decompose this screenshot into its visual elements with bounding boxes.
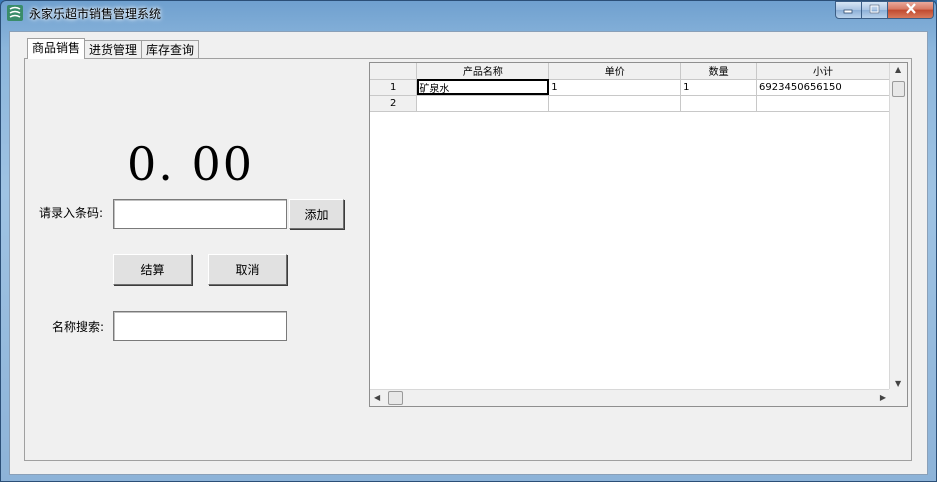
app-window: 永家乐超市销售管理系统 商品销售 进货管理 库存查询 0. 00 请录入条码: … <box>0 0 937 482</box>
arrow-left-icon[interactable]: ◀ <box>374 393 380 402</box>
horizontal-scroll-thumb[interactable] <box>388 391 403 405</box>
arrow-up-icon[interactable]: ▲ <box>895 65 901 74</box>
grid-cell[interactable]: 1 <box>548 79 682 96</box>
add-button[interactable]: 添加 <box>289 199 344 229</box>
checkout-button[interactable]: 结算 <box>113 254 192 285</box>
name-search-label: 名称搜索: <box>52 320 105 334</box>
title-bar[interactable]: 永家乐超市销售管理系统 <box>1 1 936 25</box>
row-header[interactable]: 1 <box>370 79 418 96</box>
client-area: 商品销售 进货管理 库存查询 0. 00 请录入条码: 添加 结算 取消 名称搜… <box>9 31 928 475</box>
maximize-button[interactable] <box>862 1 888 19</box>
vertical-scrollbar[interactable]: ▲ ▼ <box>889 63 907 390</box>
column-header[interactable]: 小计 <box>756 63 890 80</box>
app-logo-icon <box>7 5 23 21</box>
total-amount-display: 0. 00 <box>127 137 255 191</box>
minimize-button[interactable] <box>835 1 862 19</box>
close-button[interactable] <box>888 1 934 19</box>
barcode-label: 请录入条码: <box>39 206 104 220</box>
grid-header-row: 产品名称 单价 数量 小计 <box>370 63 890 80</box>
tab-purchasing[interactable]: 进货管理 <box>84 40 143 58</box>
table-row: 2 <box>370 95 890 112</box>
barcode-input[interactable] <box>113 199 287 229</box>
grid-cell[interactable] <box>548 95 682 112</box>
horizontal-scrollbar[interactable]: ◀ ▶ <box>370 389 890 406</box>
grid-cell[interactable]: 1 <box>680 79 758 96</box>
arrow-down-icon[interactable]: ▼ <box>895 379 901 388</box>
cancel-button[interactable]: 取消 <box>208 254 287 285</box>
column-header[interactable]: 产品名称 <box>416 63 550 80</box>
vertical-scroll-thumb[interactable] <box>892 81 905 97</box>
grid-cell[interactable] <box>756 95 890 112</box>
grid-cell[interactable] <box>680 95 758 112</box>
grid-cell[interactable]: 6923450656150 <box>756 79 890 96</box>
tab-inventory[interactable]: 库存查询 <box>141 40 200 58</box>
cart-grid: 产品名称 单价 数量 小计 1 矿泉水 1 1 6923450656150 2 … <box>369 62 908 407</box>
column-header[interactable]: 数量 <box>680 63 758 80</box>
cart-table: 产品名称 单价 数量 小计 1 矿泉水 1 1 6923450656150 2 <box>370 63 890 112</box>
close-icon <box>905 3 917 17</box>
name-search-input[interactable] <box>113 311 287 341</box>
grid-corner-header[interactable] <box>370 63 418 80</box>
scrollbar-corner <box>889 389 907 406</box>
tab-strip: 商品销售 进货管理 库存查询 <box>27 38 200 59</box>
table-row: 1 矿泉水 1 1 6923450656150 <box>370 79 890 96</box>
window-title: 永家乐超市销售管理系统 <box>29 7 162 21</box>
grid-body: 产品名称 单价 数量 小计 1 矿泉水 1 1 6923450656150 2 <box>370 63 890 390</box>
row-header[interactable]: 2 <box>370 95 418 112</box>
grid-cell[interactable] <box>416 95 550 112</box>
minimize-icon <box>843 3 854 17</box>
grid-cell[interactable]: 矿泉水 <box>416 79 550 96</box>
tab-sales[interactable]: 商品销售 <box>27 38 86 59</box>
maximize-icon <box>869 3 880 17</box>
column-header[interactable]: 单价 <box>548 63 682 80</box>
arrow-right-icon[interactable]: ▶ <box>880 393 886 402</box>
sales-panel: 0. 00 请录入条码: 添加 结算 取消 名称搜索: 产品名称 单价 数量 小… <box>24 58 912 461</box>
